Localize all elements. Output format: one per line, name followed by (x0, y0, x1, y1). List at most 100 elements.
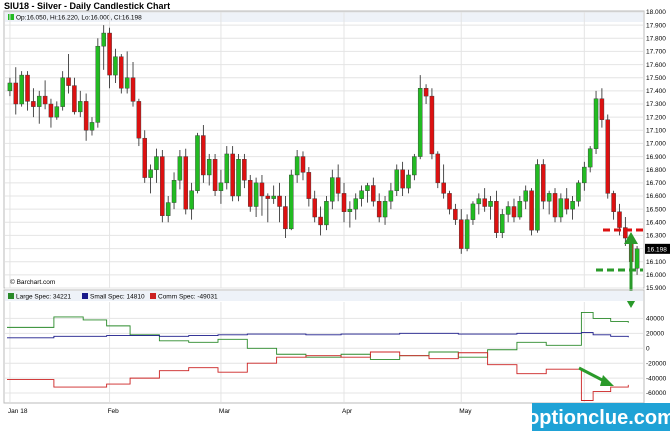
candle-body (177, 156, 183, 181)
candle-body (423, 88, 429, 97)
legend-label: Small Spec: 14810 (90, 294, 145, 301)
candle-body (48, 103, 54, 118)
x-tick-label: Apr (342, 408, 353, 415)
legend-swatch (8, 293, 14, 299)
candle-body (136, 101, 142, 139)
candle-body (230, 153, 235, 197)
candle-body (576, 182, 581, 202)
cot-tick-label: -40000 (646, 375, 667, 382)
candle-body (341, 193, 347, 212)
candle-body (582, 166, 587, 184)
price-tick-label: 16.000 (646, 272, 666, 279)
candle-body (382, 201, 388, 218)
candle-body (500, 214, 505, 233)
price-tick-label: 17.500 (646, 75, 666, 82)
cot-tick-label: 20000 (646, 331, 664, 338)
candle-body (529, 190, 534, 231)
price-tick-label: 17.900 (646, 22, 666, 29)
price-tick-label: 16.300 (646, 233, 666, 240)
candle-body (242, 158, 247, 181)
candle-body (312, 198, 317, 218)
candle-body (171, 180, 177, 203)
candle-body (78, 101, 83, 113)
candle-body (535, 164, 540, 231)
candle-body (365, 185, 370, 191)
price-tick-label: 16.600 (646, 193, 666, 200)
candle-body (165, 202, 171, 216)
candle-body (558, 198, 564, 218)
candle-body (130, 77, 136, 102)
candle-body (119, 56, 124, 89)
candle-body (42, 95, 48, 105)
candle-body (494, 201, 499, 233)
candle-body (13, 82, 19, 105)
candle-body (546, 193, 552, 202)
candle-body (224, 153, 230, 184)
chart-title: SIU18 - Silver - Daily Candlestick Chart (4, 1, 170, 11)
candle-body (564, 198, 569, 210)
last-price-label: 16.198 (647, 246, 667, 253)
source-credit: © Barchart.com (10, 278, 55, 286)
price-tick-label: 16.500 (646, 206, 666, 213)
candle-body (148, 169, 153, 178)
x-tick-label: Mar (219, 408, 231, 415)
candle-body (400, 169, 405, 189)
candle-body (54, 106, 60, 118)
candle-body (253, 182, 259, 207)
candle-body (318, 216, 323, 226)
x-tick-label: Feb (108, 408, 120, 415)
candle-body (72, 85, 77, 113)
candle-body (611, 193, 616, 212)
candle-body (359, 190, 364, 199)
price-tick-label: 16.700 (646, 180, 666, 187)
candle-body (113, 56, 118, 76)
x-tick-label: Jan 18 (8, 408, 28, 415)
candle-body (89, 122, 95, 131)
price-tick-label: 16.900 (646, 154, 666, 161)
candle-body (300, 156, 306, 173)
price-tick-label: 16.400 (646, 219, 666, 226)
candle-body (212, 158, 218, 191)
candle-body (31, 101, 36, 107)
cot-tick-label: -20000 (646, 360, 667, 367)
candle-body (605, 119, 611, 194)
candle-body (453, 208, 458, 220)
candle-body (306, 172, 312, 199)
candle-body (142, 137, 147, 178)
candle-body (417, 88, 423, 157)
candle-body (335, 177, 341, 194)
price-tick-label: 17.700 (646, 49, 666, 56)
candle-body (124, 77, 130, 89)
candle-body (195, 135, 200, 191)
candle-body (517, 201, 523, 218)
candle-body (154, 156, 159, 170)
candle-body (552, 193, 558, 218)
candle-body (95, 45, 101, 123)
price-tick-label: 17.200 (646, 114, 666, 121)
candle-body (206, 158, 212, 176)
cot-tick-label: 40000 (646, 316, 664, 323)
candle-body (60, 77, 65, 107)
candle-body (394, 169, 400, 191)
price-tick-label: 15.900 (646, 285, 666, 292)
candle-body (441, 182, 446, 194)
candle-body (523, 190, 528, 202)
candle-body (330, 177, 335, 202)
candle-body (101, 32, 106, 47)
candle-body (277, 195, 282, 207)
price-tick-label: 17.300 (646, 101, 666, 108)
candle-body (593, 98, 599, 149)
candle-body (388, 190, 394, 202)
candle-body (25, 74, 30, 102)
candle-body (458, 219, 464, 249)
candle-body (435, 153, 441, 184)
candle-body (570, 201, 575, 210)
candle-body (599, 98, 605, 120)
legend-label: Comm Spec: -49031 (158, 294, 218, 301)
candle-body (107, 32, 112, 76)
candle-body (7, 82, 13, 92)
candle-body (587, 148, 593, 168)
candle-body (371, 185, 376, 202)
candle-body (36, 95, 42, 107)
silver-candlestick-chart: SIU18 - Silver - Daily Candlestick Chart… (0, 0, 670, 431)
